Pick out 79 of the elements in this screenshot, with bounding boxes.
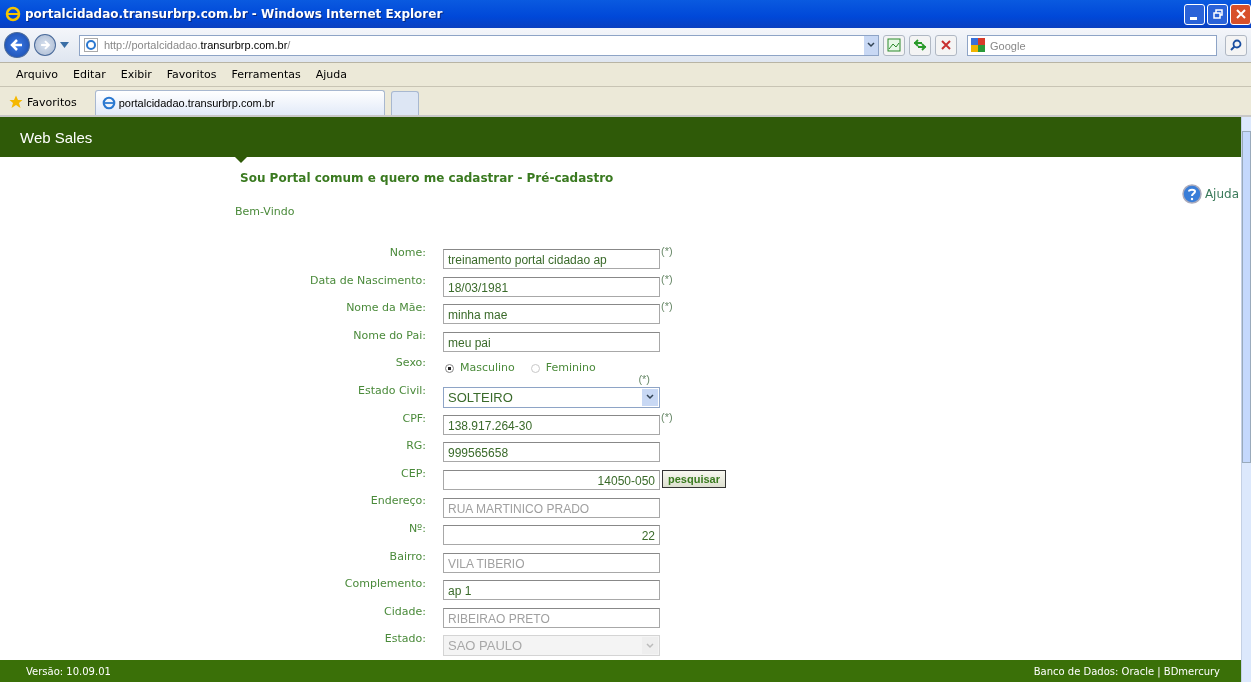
text-field[interactable]: 14050-050 [443, 470, 660, 491]
chart-icon [887, 38, 902, 52]
restore-button[interactable] [1207, 3, 1228, 25]
minimize-button[interactable] [1184, 3, 1205, 25]
text-field[interactable]: ap 1 [443, 580, 660, 601]
menu-item[interactable]: Favoritos [164, 67, 219, 82]
radio-option[interactable]: Feminino [530, 361, 596, 375]
menu-item[interactable]: Ajuda [313, 67, 350, 82]
page-icon [101, 96, 116, 110]
field-label: Nome do Pai: [352, 328, 426, 342]
menu-item[interactable]: Arquivo [14, 67, 61, 82]
help-link[interactable]: Ajuda [1181, 184, 1239, 204]
refresh-button[interactable] [909, 34, 932, 56]
chevron-down-icon [867, 42, 876, 48]
refresh-icon [913, 38, 928, 52]
back-button[interactable] [4, 32, 30, 58]
address-field[interactable]: http://portalcidadao.transurbrp.com.br/ [78, 34, 880, 56]
restore-icon [1212, 9, 1223, 19]
forward-button[interactable] [33, 34, 56, 56]
chevron-down-icon [646, 642, 654, 649]
browser-tab[interactable]: portalcidadao.transurbrp.com.br [94, 90, 385, 115]
field-label: Data de Nascimento: [309, 273, 426, 287]
help-icon [1181, 184, 1202, 204]
field-label: Bairro: [388, 549, 426, 563]
text-field[interactable]: 22 [443, 525, 660, 546]
page-icon [83, 38, 98, 52]
search-provider-icon [971, 37, 986, 52]
favorites-button[interactable]: Favoritos [5, 89, 81, 115]
field-label: Endereço: [369, 494, 426, 508]
welcome-text: Bem-Vindo [235, 205, 296, 218]
close-button[interactable] [1230, 3, 1251, 25]
close-icon [940, 39, 953, 51]
field-label: Cidade: [383, 604, 426, 618]
close-icon [1235, 9, 1246, 19]
star-icon [9, 95, 23, 109]
text-field[interactable]: treinamento portal cidadao ap [443, 249, 660, 270]
version-text: Versão: 10.09.01 [26, 665, 111, 677]
field-label: Estado Civil: [357, 383, 426, 397]
search-button[interactable] [1225, 34, 1247, 56]
required-mark: (*) [661, 245, 673, 258]
minimize-icon [1190, 16, 1197, 20]
text-field[interactable]: 999565658 [443, 442, 660, 463]
required-mark: (*) [661, 300, 673, 313]
search-icon [1230, 39, 1242, 51]
search-field[interactable]: Google [967, 35, 1218, 56]
page-heading: Sou Portal comum e quero me cadastrar - Pré-cadastro [240, 171, 615, 185]
dropdown-arrow-icon[interactable] [59, 42, 69, 48]
field-label: Sexo: [394, 356, 426, 370]
database-text: Banco de Dados: Oracle | BDmercury [1033, 665, 1220, 677]
required-mark: (*) [661, 272, 673, 285]
required-mark: (*) [661, 410, 673, 423]
menu-item[interactable]: Exibir [118, 67, 154, 82]
search-button[interactable]: pesquisar [662, 470, 726, 489]
text-field[interactable]: meu pai [443, 332, 660, 353]
text-field[interactable]: minha mae [443, 304, 660, 325]
browser-logo-icon [5, 6, 21, 22]
field-label: RG: [405, 439, 426, 453]
compatibility-view-button[interactable] [883, 34, 906, 56]
field-label: Nome: [388, 246, 426, 259]
scrollbar[interactable] [1241, 117, 1251, 682]
stop-button[interactable] [935, 34, 958, 56]
field-label: Nome da Mãe: [345, 301, 426, 315]
dropdown-button[interactable] [864, 35, 879, 55]
chevron-down-icon [646, 394, 654, 401]
app-title: Web Sales [20, 128, 93, 146]
select-field[interactable]: SOLTEIRO [443, 386, 660, 408]
field-label: CPF: [401, 411, 426, 425]
dropdown-button[interactable] [642, 388, 658, 406]
field-label: Nº: [407, 521, 426, 535]
window-title: portalcidadao.transurbrp.com.br - Windows Internet Explorer [25, 7, 444, 21]
text-field[interactable]: 138.917.264-30 [443, 414, 660, 435]
required-mark: (*) [638, 372, 650, 385]
field-label: Estado: [383, 632, 426, 646]
radio-option[interactable]: Masculino [445, 361, 515, 375]
menu-item[interactable]: Editar [71, 67, 108, 82]
menu-item[interactable]: Ferramentas [229, 67, 303, 82]
field-label: Complemento: [343, 577, 426, 591]
text-field[interactable]: 18/03/1981 [443, 276, 660, 297]
field-label: CEP: [400, 466, 426, 480]
